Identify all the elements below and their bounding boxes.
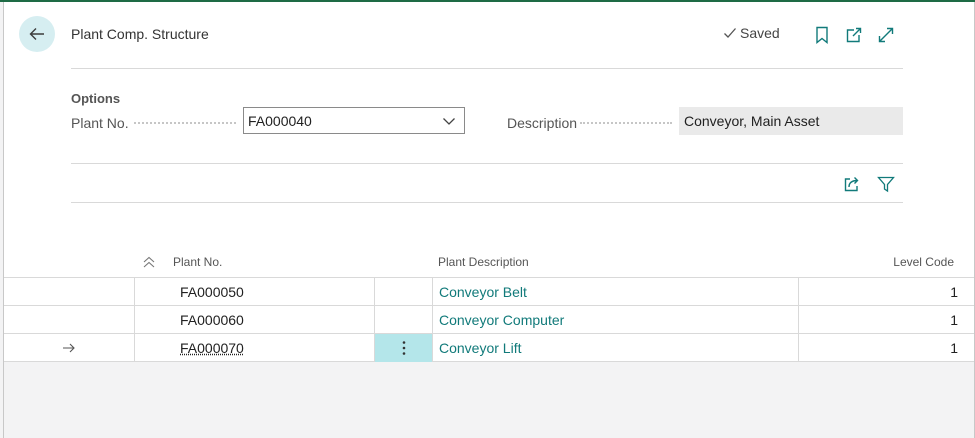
toolbar-divider bbox=[71, 202, 903, 203]
open-in-new-window-button[interactable] bbox=[843, 24, 865, 46]
current-row-arrow-icon bbox=[63, 343, 75, 353]
description-leader-dots bbox=[580, 122, 672, 124]
row-divider bbox=[4, 305, 974, 306]
expand-icon bbox=[878, 27, 894, 43]
collapse-all-button[interactable] bbox=[142, 255, 156, 269]
header-divider bbox=[71, 68, 903, 69]
bookmark-button[interactable] bbox=[811, 24, 833, 46]
plant-no-value: FA000040 bbox=[248, 112, 312, 129]
row-actions-button[interactable] bbox=[398, 336, 410, 360]
share-icon bbox=[844, 177, 859, 192]
row-divider bbox=[4, 333, 974, 334]
column-divider bbox=[798, 278, 799, 362]
plant-no-leader-dots bbox=[134, 122, 236, 124]
plant-description-link[interactable]: Conveyor Lift bbox=[439, 338, 521, 358]
level-code-cell: 1 bbox=[950, 312, 958, 328]
page-title: Plant Comp. Structure bbox=[71, 26, 209, 42]
filter-icon bbox=[877, 176, 895, 193]
expand-button[interactable] bbox=[875, 24, 897, 46]
checkmark-icon bbox=[724, 28, 736, 38]
plant-no-cell[interactable]: FA000060 bbox=[180, 310, 244, 330]
level-code-cell: 1 bbox=[950, 340, 958, 356]
filter-button[interactable] bbox=[875, 173, 897, 195]
double-chevron-up-icon bbox=[143, 256, 155, 268]
vertical-ellipsis-icon bbox=[402, 341, 406, 355]
column-divider bbox=[134, 278, 135, 362]
options-divider bbox=[71, 163, 903, 164]
share-button[interactable] bbox=[841, 173, 863, 195]
chevron-down-icon bbox=[443, 117, 455, 125]
saved-status: Saved bbox=[723, 25, 780, 41]
column-divider bbox=[432, 278, 433, 362]
column-header-level-code[interactable]: Level Code bbox=[893, 255, 954, 269]
plant-description-link[interactable]: Conveyor Computer bbox=[439, 310, 564, 330]
page-panel: Plant Comp. Structure Saved Options Plan… bbox=[3, 2, 975, 438]
level-code-cell: 1 bbox=[950, 284, 958, 300]
description-field: Conveyor, Main Asset bbox=[679, 107, 903, 135]
plant-no-cell[interactable]: FA000050 bbox=[180, 282, 244, 302]
empty-list-area bbox=[4, 362, 974, 438]
bookmark-icon bbox=[816, 26, 828, 44]
plant-no-select[interactable]: FA000040 bbox=[243, 107, 465, 134]
back-arrow-icon bbox=[29, 28, 44, 40]
saved-label: Saved bbox=[740, 25, 780, 41]
open-in-new-window-icon bbox=[846, 27, 862, 43]
column-header-plant-no[interactable]: Plant No. bbox=[173, 255, 222, 269]
column-header-plant-description[interactable]: Plant Description bbox=[438, 255, 529, 269]
options-section-title: Options bbox=[71, 91, 121, 106]
plant-no-cell[interactable]: FA000070 bbox=[180, 338, 244, 358]
plant-description-link[interactable]: Conveyor Belt bbox=[439, 282, 527, 302]
back-button[interactable] bbox=[19, 16, 55, 52]
plant-no-label: Plant No. bbox=[71, 115, 129, 131]
table-header-divider bbox=[4, 277, 974, 278]
description-label: Description bbox=[507, 115, 578, 131]
